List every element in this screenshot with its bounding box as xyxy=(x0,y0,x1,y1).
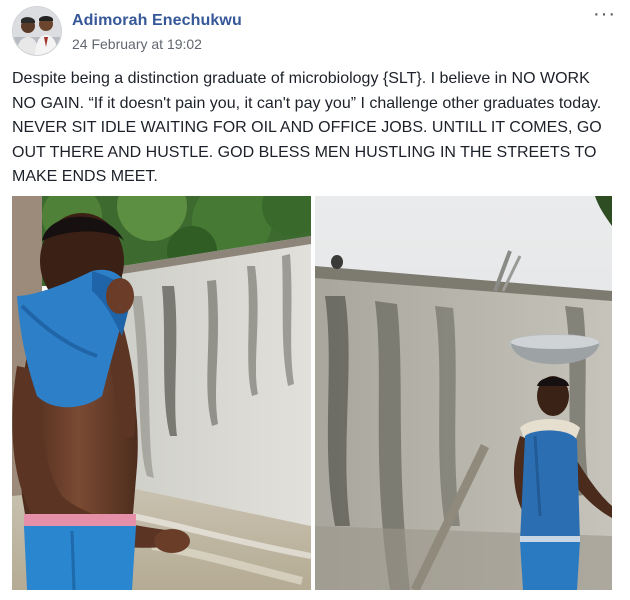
post-text: Despite being a distinction graduate of … xyxy=(12,70,602,185)
photo-image xyxy=(12,196,311,590)
avatar-photo xyxy=(13,7,61,55)
photo-man-carrying-basin[interactable] xyxy=(315,196,612,590)
photo-grid xyxy=(12,196,612,590)
post-timestamp[interactable]: 24 February at 19:02 xyxy=(72,36,202,52)
facebook-post: Adimorah Enechukwu 24 February at 19:02 … xyxy=(0,0,630,600)
post-header: Adimorah Enechukwu 24 February at 19:02 … xyxy=(12,4,618,58)
author-avatar[interactable] xyxy=(12,6,62,56)
more-options-icon[interactable]: ··· xyxy=(593,4,616,24)
author-name-link[interactable]: Adimorah Enechukwu xyxy=(72,12,242,30)
photo-image xyxy=(315,196,612,590)
photo-man-wiping-face[interactable] xyxy=(12,196,311,590)
